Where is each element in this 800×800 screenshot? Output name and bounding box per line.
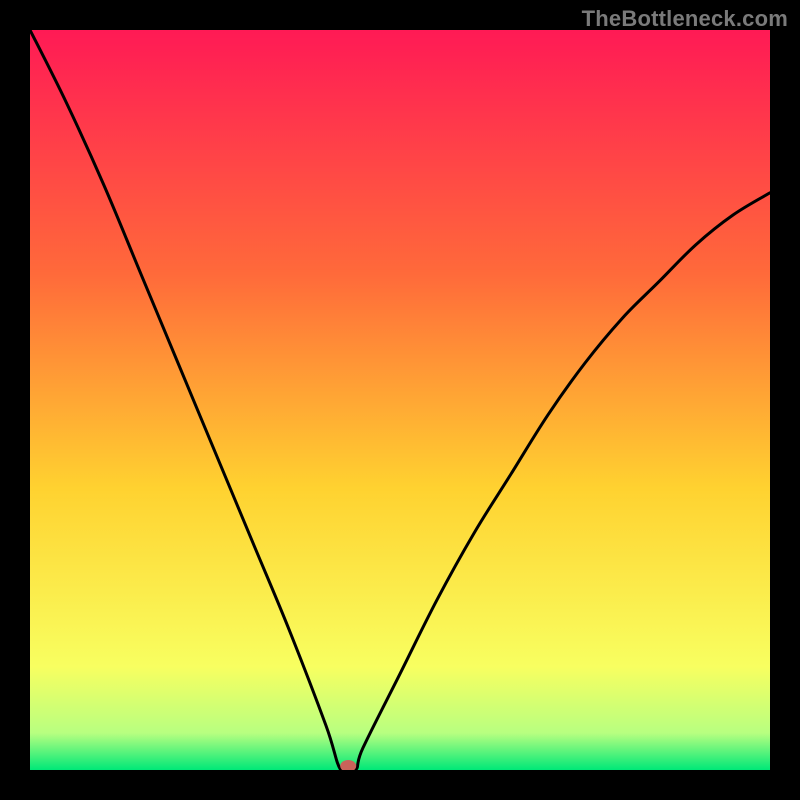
watermark-text: TheBottleneck.com	[582, 6, 788, 32]
bottleneck-chart	[30, 30, 770, 770]
plot-area	[30, 30, 770, 770]
gradient-background	[30, 30, 770, 770]
chart-frame: { "watermark": "TheBottleneck.com", "col…	[0, 0, 800, 800]
